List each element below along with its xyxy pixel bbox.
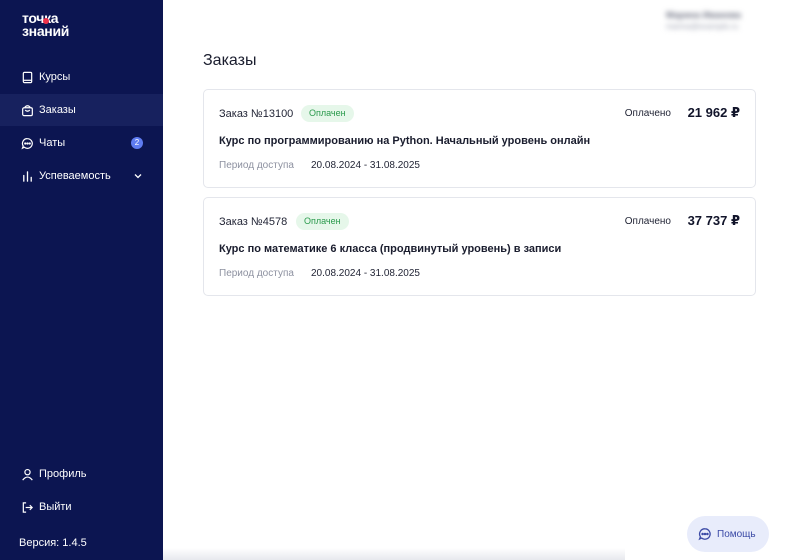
user-menu[interactable]: Марина Иванова marina@example.ru bbox=[666, 10, 778, 32]
sidebar-item-chats[interactable]: Чаты 2 bbox=[0, 127, 163, 159]
bottom-shadow bbox=[163, 548, 625, 560]
logo-line-2: знаний bbox=[22, 23, 70, 39]
sidebar-item-label: Успеваемость bbox=[39, 170, 111, 182]
order-price: 21 962 ₽ bbox=[687, 105, 740, 120]
chat-icon bbox=[21, 137, 34, 150]
sidebar-item-profile[interactable]: Профиль bbox=[0, 458, 163, 490]
status-badge: Оплачен bbox=[301, 105, 354, 122]
period-value: 20.08.2024 - 31.08.2025 bbox=[311, 268, 420, 279]
sidebar-item-courses[interactable]: Курсы bbox=[0, 61, 163, 93]
logo-dot bbox=[43, 18, 49, 24]
sidebar-item-label: Курсы bbox=[39, 71, 71, 83]
user-email: marina@example.ru bbox=[666, 22, 739, 31]
order-card[interactable]: Заказ №13100 Оплачен Оплачено 21 962 ₽ К… bbox=[203, 89, 756, 188]
bar-chart-icon bbox=[21, 170, 34, 183]
bag-icon bbox=[21, 104, 34, 117]
sidebar-item-logout[interactable]: Выйти bbox=[0, 491, 163, 523]
help-label: Помощь bbox=[717, 528, 756, 540]
chevron-down-icon[interactable] bbox=[133, 171, 143, 181]
sidebar: точка знаний Курсы Заказы Чаты 2 Успевае… bbox=[0, 0, 163, 560]
sidebar-item-label: Выйти bbox=[39, 501, 72, 513]
order-number: Заказ №13100 bbox=[219, 108, 294, 120]
help-button[interactable]: Помощь bbox=[687, 516, 769, 552]
book-icon bbox=[21, 71, 34, 84]
brand-logo[interactable]: точка знаний bbox=[22, 11, 92, 42]
period-label: Период доступа bbox=[219, 268, 294, 279]
order-price: 37 737 ₽ bbox=[687, 213, 740, 228]
sidebar-item-label: Чаты bbox=[39, 137, 66, 149]
paid-label: Оплачено bbox=[624, 216, 671, 227]
sidebar-item-progress[interactable]: Успеваемость bbox=[0, 160, 163, 192]
user-icon bbox=[21, 468, 34, 481]
page-title: Заказы bbox=[203, 52, 257, 69]
sidebar-item-label: Профиль bbox=[39, 468, 87, 480]
period-label: Период доступа bbox=[219, 160, 294, 171]
period-value: 20.08.2024 - 31.08.2025 bbox=[311, 160, 420, 171]
app-version: Версия: 1.4.5 bbox=[19, 537, 87, 549]
chat-bubble-icon bbox=[698, 528, 711, 541]
paid-label: Оплачено bbox=[624, 108, 671, 119]
course-title: Курс по математике 6 класса (продвинутый… bbox=[219, 243, 562, 255]
sidebar-item-label: Заказы bbox=[39, 104, 76, 116]
user-name: Марина Иванова bbox=[666, 10, 741, 20]
order-card[interactable]: Заказ №4578 Оплачен Оплачено 37 737 ₽ Ку… bbox=[203, 197, 756, 296]
order-number: Заказ №4578 bbox=[219, 216, 288, 228]
sidebar-item-orders[interactable]: Заказы bbox=[0, 94, 163, 126]
course-title: Курс по программированию на Python. Нача… bbox=[219, 135, 591, 147]
status-badge: Оплачен bbox=[296, 213, 349, 230]
logout-icon bbox=[21, 501, 34, 514]
unread-count-badge: 2 bbox=[131, 137, 143, 149]
